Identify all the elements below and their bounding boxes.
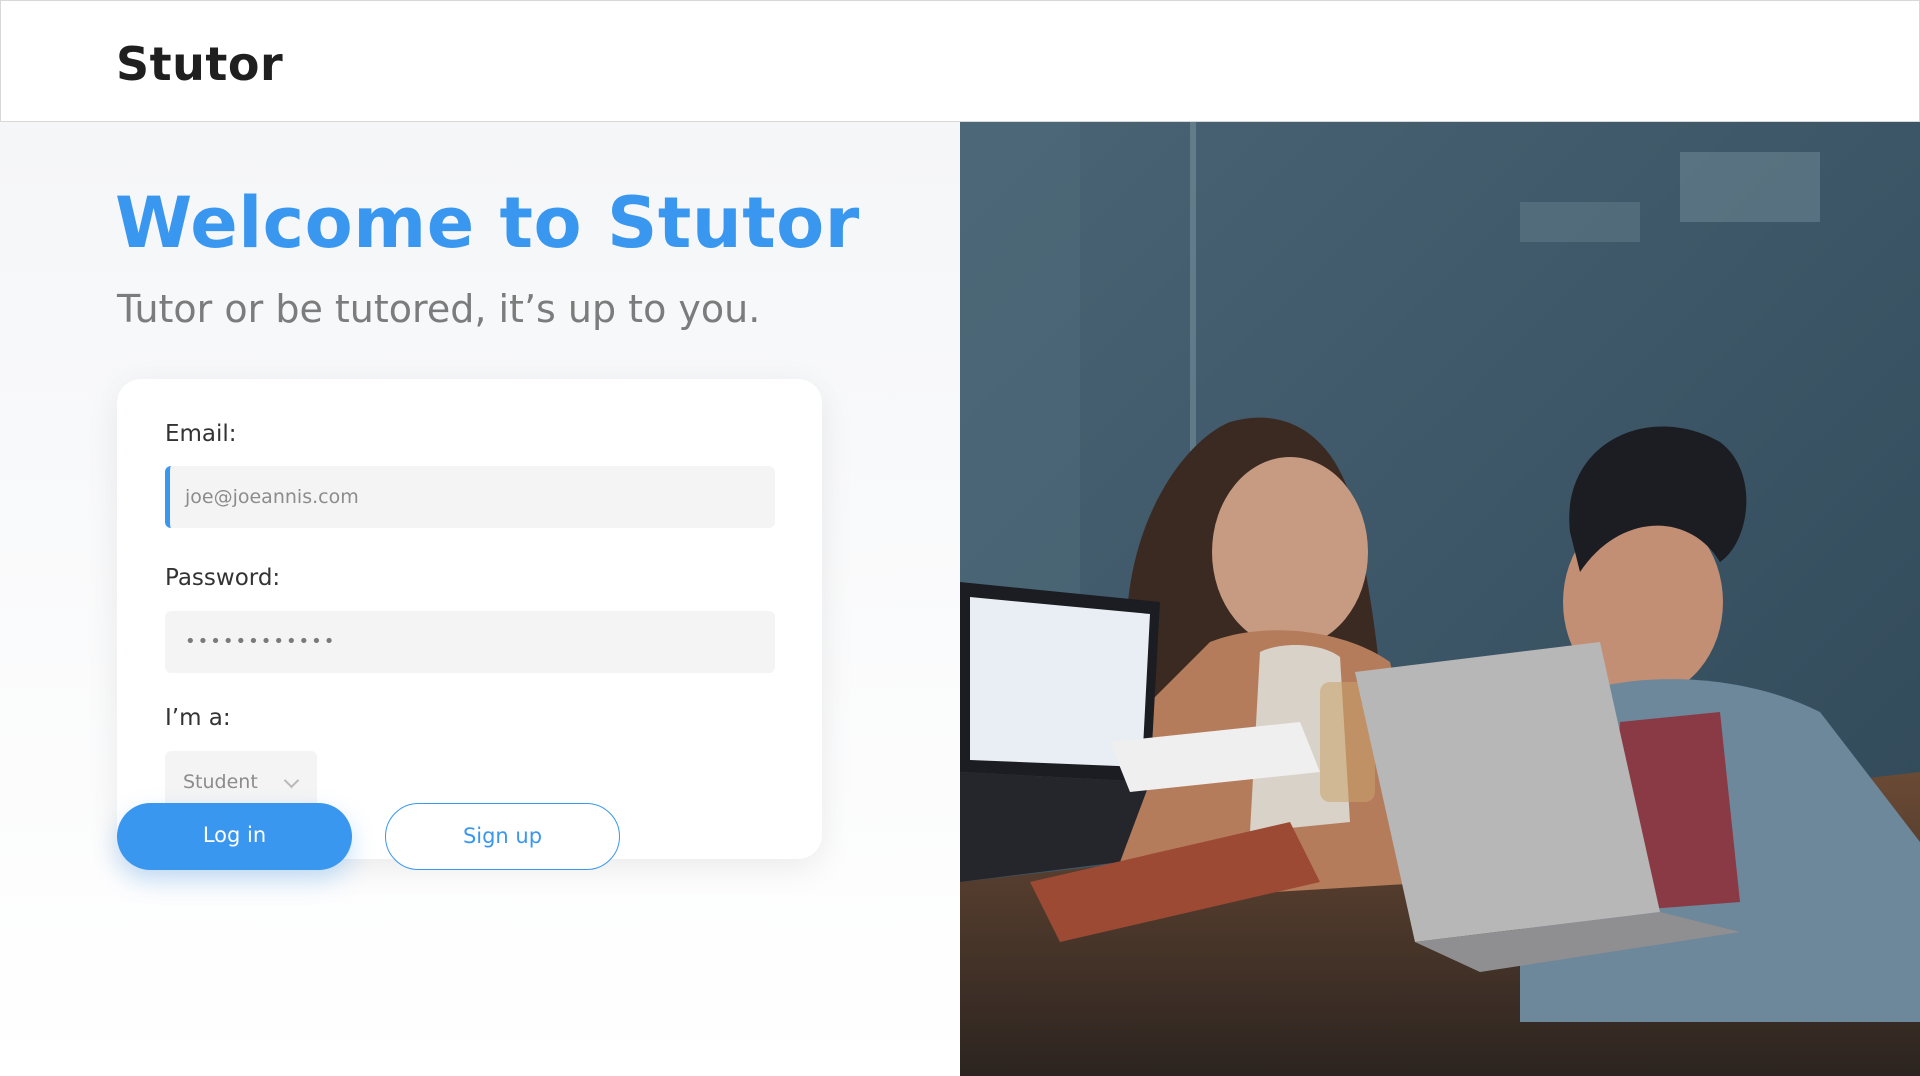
password-field[interactable]: •••••••••••• [165, 611, 775, 673]
logo[interactable]: Stutor [116, 37, 283, 91]
hero-photo [960, 122, 1920, 1076]
email-field[interactable]: joe@joeannis.com [165, 466, 775, 528]
login-panel: Welcome to Stutor Tutor or be tutored, i… [0, 122, 960, 1076]
page-subtitle: Tutor or be tutored, it’s up to you. [117, 287, 761, 331]
password-label: Password: [165, 565, 281, 591]
signup-button[interactable]: Sign up [385, 803, 620, 870]
chevron-down-icon [283, 772, 300, 789]
page-title: Welcome to Stutor [115, 182, 860, 264]
people-with-laptops-image [960, 122, 1920, 1076]
login-form-card: Email: joe@joeannis.com Password: ••••••… [117, 379, 822, 859]
role-label: I’m a: [165, 705, 231, 731]
login-button[interactable]: Log in [117, 803, 352, 870]
top-header: Stutor [0, 0, 1920, 122]
email-label: Email: [165, 421, 237, 447]
role-select-value: Student [183, 771, 258, 793]
